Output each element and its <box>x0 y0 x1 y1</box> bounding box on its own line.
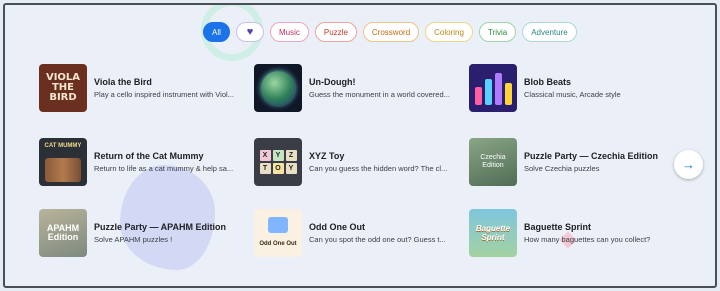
game-description: Classical music, Arcade style <box>524 90 621 99</box>
letter-tile: X <box>259 150 271 161</box>
thumbnail-text: Odd One Out <box>259 241 297 247</box>
letter-tile: Z <box>285 150 297 161</box>
game-description: Return to life as a cat mummy & help sa.… <box>94 164 234 173</box>
letter-tile: Y <box>272 150 284 161</box>
filter-favorites[interactable]: ♥ <box>236 22 264 42</box>
game-thumbnail <box>469 64 517 112</box>
game-card-apahm[interactable]: APAHM Edition Puzzle Party — APAHM Editi… <box>39 209 244 257</box>
game-description: How many baguettes can you collect? <box>524 235 651 244</box>
letter-tile: Y <box>285 163 297 174</box>
game-title: Blob Beats <box>524 77 572 87</box>
game-card-cat-mummy[interactable]: CAT MUMMY Return of the Cat Mummy Return… <box>39 138 244 186</box>
game-description: Guess the monument in a world covered... <box>309 90 450 99</box>
game-title: Viola the Bird <box>94 77 152 87</box>
game-card-undough[interactable]: Un-Dough! Guess the monument in a world … <box>254 64 459 112</box>
letter-tile: O <box>272 163 284 174</box>
thumbnail-text: CAT MUMMY <box>44 143 82 149</box>
game-thumbnail: APAHM Edition <box>39 209 87 257</box>
game-card-czechia[interactable]: Czechia Edition Puzzle Party — Czechia E… <box>469 138 674 186</box>
game-thumbnail <box>254 64 302 112</box>
game-card-baguette-sprint[interactable]: Baguette Sprint Baguette Sprint How many… <box>469 209 674 257</box>
game-card-viola[interactable]: VIOLA THE BIRD Viola the Bird Play a cel… <box>39 64 244 112</box>
game-title: Odd One Out <box>309 222 365 232</box>
thumbnail-text: Czechia Edition <box>480 154 506 169</box>
next-page-button[interactable]: → <box>674 150 703 179</box>
game-thumbnail: Odd One Out <box>254 209 302 257</box>
filter-all[interactable]: All <box>203 22 230 42</box>
game-card-blob-beats[interactable]: Blob Beats Classical music, Arcade style <box>469 64 674 112</box>
heart-icon: ♥ <box>246 26 254 38</box>
game-title: XYZ Toy <box>309 151 345 161</box>
letter-tiles: X Y Z T O Y <box>259 150 297 174</box>
game-title: Baguette Sprint <box>524 222 592 232</box>
game-card-odd-one-out[interactable]: Odd One Out Odd One Out Can you spot the… <box>254 209 459 257</box>
filter-trivia[interactable]: Trivia <box>478 22 517 42</box>
filter-music[interactable]: Music <box>270 22 309 42</box>
filter-chips: All ♥ Music Puzzle Crossword Coloring Tr… <box>203 22 577 42</box>
game-title: Puzzle Party — Czechia Edition <box>524 151 659 161</box>
game-description: Solve APAHM puzzles ! <box>94 235 173 244</box>
filter-puzzle[interactable]: Puzzle <box>314 22 357 42</box>
arrow-right-icon: → <box>682 157 695 172</box>
planet-image <box>261 71 295 105</box>
thumbnail-text: VIOLA THE BIRD <box>45 72 81 103</box>
game-description: Can you guess the hidden word? The cl... <box>309 164 448 173</box>
filter-crossword[interactable]: Crossword <box>362 22 420 42</box>
game-thumbnail: CAT MUMMY <box>39 138 87 186</box>
character-image <box>268 217 288 233</box>
game-description: Can you spot the odd one out? Guess t... <box>309 235 446 244</box>
filter-coloring[interactable]: Coloring <box>425 22 473 42</box>
game-title: Return of the Cat Mummy <box>94 151 204 161</box>
game-description: Play a cello inspired instrument with Vi… <box>94 90 234 99</box>
game-description: Solve Czechia puzzles <box>524 164 600 173</box>
characters-image <box>45 158 81 182</box>
thumbnail-text: APAHM Edition <box>46 223 80 242</box>
game-title: Puzzle Party — APAHM Edition <box>94 222 227 232</box>
filter-adventure[interactable]: Adventure <box>522 22 577 42</box>
letter-tile: T <box>259 163 271 174</box>
game-thumbnail: Baguette Sprint <box>469 209 517 257</box>
game-thumbnail: VIOLA THE BIRD <box>39 64 87 112</box>
blob-bars-image <box>474 71 512 105</box>
game-title: Un-Dough! <box>309 77 356 87</box>
game-card-xyz-toy[interactable]: X Y Z T O Y XYZ Toy Can you guess the hi… <box>254 138 459 186</box>
thumbnail-text: Baguette Sprint <box>475 224 511 242</box>
game-thumbnail: X Y Z T O Y <box>254 138 302 186</box>
game-thumbnail: Czechia Edition <box>469 138 517 186</box>
app-frame: All ♥ Music Puzzle Crossword Coloring Tr… <box>3 3 717 288</box>
